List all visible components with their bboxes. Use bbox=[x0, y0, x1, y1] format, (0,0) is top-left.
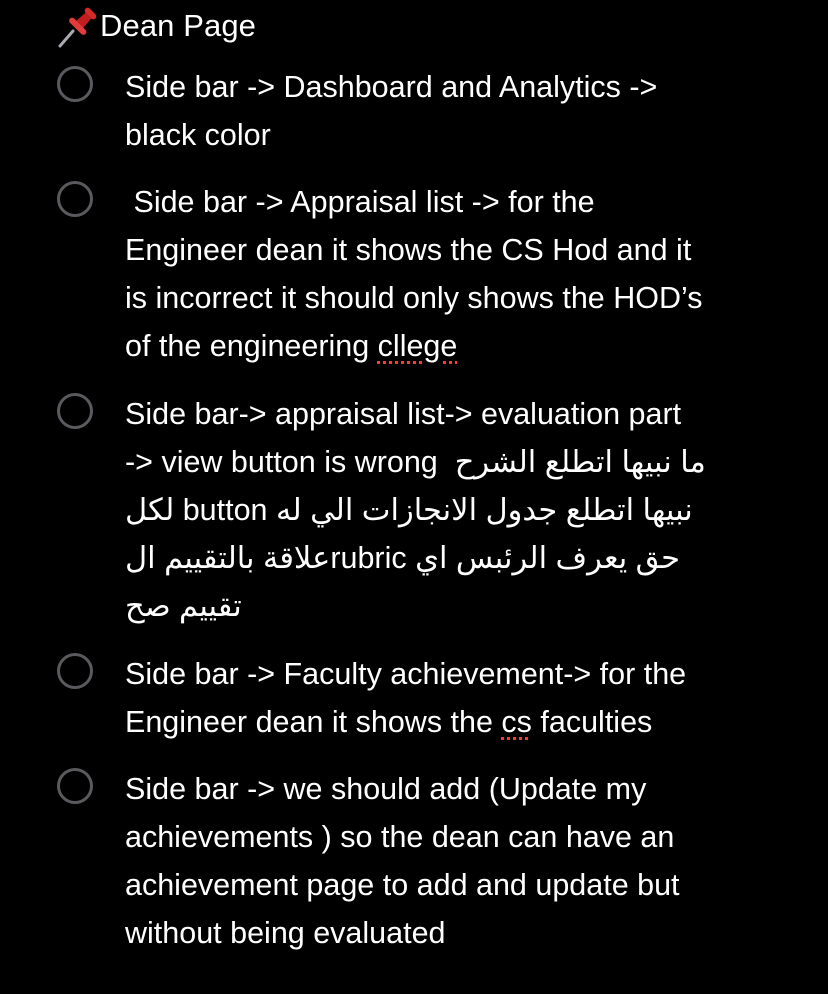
note-page: Dean Page Side bar -> Dashboard and Anal… bbox=[0, 0, 828, 994]
checklist-item-text[interactable]: Side bar-> appraisal list-> evaluation p… bbox=[125, 390, 785, 630]
checkbox-circle[interactable] bbox=[57, 66, 93, 102]
page-title: Dean Page bbox=[100, 8, 257, 43]
checkbox-circle[interactable] bbox=[57, 768, 93, 804]
checkbox-circle[interactable] bbox=[57, 653, 93, 689]
checklist-item-text[interactable]: Side bar -> Faculty achievement-> for th… bbox=[125, 650, 785, 746]
checklist-item-text[interactable]: Side bar -> Dashboard and Analytics -> b… bbox=[125, 63, 785, 159]
checkbox-circle[interactable] bbox=[57, 393, 93, 429]
checklist-item-text[interactable]: Side bar -> Appraisal list -> for the En… bbox=[125, 178, 785, 370]
pushpin-icon bbox=[58, 7, 97, 48]
note-title-row: Dean Page bbox=[56, 4, 256, 48]
misspelled-word[interactable]: cllege bbox=[378, 329, 458, 363]
checkbox-circle[interactable] bbox=[57, 181, 93, 217]
checklist-item-text[interactable]: Side bar -> we should add (Update my ach… bbox=[125, 765, 785, 957]
misspelled-word[interactable]: cs bbox=[501, 705, 532, 739]
